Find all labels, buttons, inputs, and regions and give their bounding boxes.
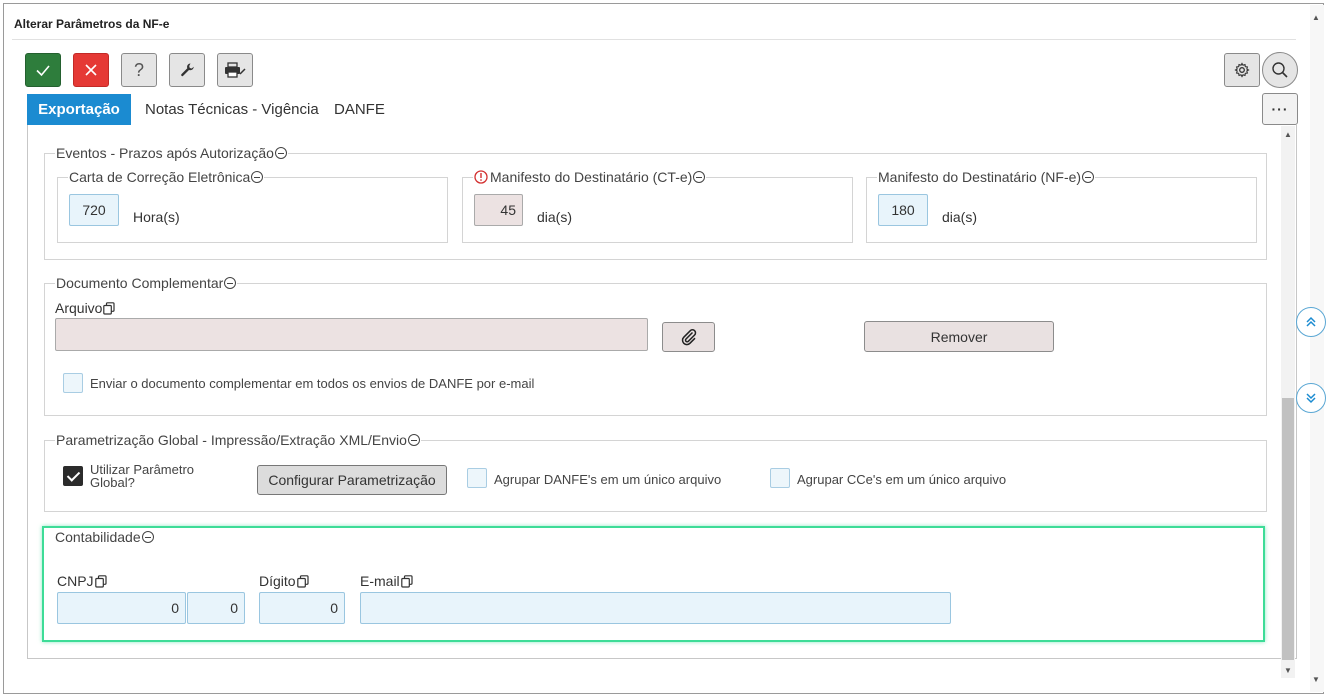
copy-icon[interactable]	[103, 301, 116, 315]
tab-notas-tecnicas[interactable]: Notas Técnicas - Vigência	[145, 94, 319, 125]
help-button[interactable]: ?	[121, 53, 157, 87]
contabilidade-legend: Contabilidade	[54, 529, 155, 545]
tab-exportacao[interactable]: Exportação	[27, 94, 131, 125]
cnpj-label: CNPJ	[57, 573, 107, 589]
agrupar-cce-label: Agrupar CCe's em um único arquivo	[797, 472, 1007, 487]
settings-button[interactable]	[1224, 53, 1260, 87]
arquivo-input[interactable]	[55, 318, 648, 351]
cnpj-input[interactable]: 0	[57, 592, 186, 624]
configurar-parametrizacao-button[interactable]: Configurar Parametrização	[257, 465, 447, 495]
window-scrollbar[interactable]: ▲ ▼	[1310, 5, 1324, 692]
manifesto-cte-legend-text: Manifesto do Destinatário (CT-e)	[490, 169, 693, 185]
scroll-up-arrow-icon[interactable]: ▲	[1312, 13, 1320, 22]
copy-icon[interactable]	[94, 574, 107, 588]
remover-button[interactable]: Remover	[864, 321, 1054, 352]
documento-legend-text: Documento Complementar	[56, 275, 224, 291]
confirm-button[interactable]	[25, 53, 61, 87]
agrupar-cce-checkbox[interactable]	[770, 468, 790, 488]
more-options-button[interactable]: ···	[1262, 93, 1298, 125]
manifesto-nfe-unit-label: dia(s)	[942, 209, 978, 225]
cnpj-filial-input[interactable]: 0	[187, 592, 245, 624]
parametrizacao-legend-text: Parametrização Global - Impressão/Extraç…	[56, 432, 407, 448]
wrench-icon	[181, 63, 194, 77]
carta-legend-text: Carta de Correção Eletrônica	[69, 169, 251, 185]
collapse-icon[interactable]	[141, 531, 154, 543]
printer-icon	[225, 62, 246, 78]
search-button[interactable]	[1262, 52, 1298, 88]
manifesto-cte-legend: Manifesto do Destinatário (CT-e)	[473, 169, 706, 185]
manifesto-nfe-legend-text: Manifesto do Destinatário (NF-e)	[878, 169, 1082, 185]
digito-label-text: Dígito	[259, 573, 296, 589]
arquivo-label-text: Arquivo	[55, 300, 103, 316]
manifesto-cte-input[interactable]: 45	[474, 194, 523, 226]
agrupar-danfe-label: Agrupar DANFE's em um único arquivo	[494, 472, 722, 487]
close-icon	[85, 64, 97, 76]
paperclip-icon	[681, 329, 696, 346]
carta-legend: Carta de Correção Eletrônica	[68, 169, 264, 185]
info-alert-icon	[474, 170, 488, 184]
enviar-complementar-checkbox[interactable]	[63, 373, 83, 393]
cancel-button[interactable]	[73, 53, 109, 87]
manifesto-nfe-input[interactable]: 180	[878, 194, 928, 226]
email-label-text: E-mail	[360, 573, 400, 589]
eventos-legend: Eventos - Prazos após Autorização	[55, 145, 288, 161]
manifesto-nfe-legend: Manifesto do Destinatário (NF-e)	[877, 169, 1095, 185]
collapse-icon[interactable]	[407, 434, 420, 446]
enviar-complementar-label: Enviar o documento complementar em todos…	[90, 376, 535, 391]
copy-icon[interactable]	[400, 574, 413, 588]
tab-danfe[interactable]: DANFE	[334, 94, 385, 125]
content-scroll-down-icon[interactable]: ▼	[1284, 666, 1292, 675]
scroll-to-top-button[interactable]	[1296, 307, 1326, 337]
content-scrollbar-thumb[interactable]	[1282, 398, 1294, 660]
attach-file-button[interactable]	[662, 322, 715, 352]
arquivo-label: Arquivo	[55, 300, 116, 316]
collapse-icon[interactable]	[251, 171, 264, 183]
eventos-legend-text: Eventos - Prazos após Autorização	[56, 145, 274, 161]
window-title: Alterar Parâmetros da NF-e	[14, 17, 170, 31]
manifesto-cte-unit-label: dia(s)	[537, 209, 573, 225]
print-button[interactable]	[217, 53, 253, 87]
utilizar-parametro-global-label: Utilizar Parâmetro Global?	[90, 463, 194, 489]
collapse-icon[interactable]	[274, 147, 287, 159]
tools-button[interactable]	[169, 53, 205, 87]
carta-correcao-input[interactable]: 720	[69, 194, 119, 226]
documento-legend: Documento Complementar	[55, 275, 237, 291]
agrupar-danfe-checkbox[interactable]	[467, 468, 487, 488]
collapse-icon[interactable]	[224, 277, 237, 289]
cnpj-label-text: CNPJ	[57, 573, 94, 589]
parametrizacao-legend: Parametrização Global - Impressão/Extraç…	[55, 432, 421, 448]
scroll-down-arrow-icon[interactable]: ▼	[1312, 675, 1320, 684]
email-label: E-mail	[360, 573, 413, 589]
digito-label: Dígito	[259, 573, 309, 589]
collapse-icon[interactable]	[693, 171, 706, 183]
digito-input[interactable]: 0	[259, 592, 345, 624]
double-chevron-up-icon	[1306, 316, 1316, 327]
utilizar-label-line2: Global?	[90, 475, 135, 490]
copy-icon[interactable]	[296, 574, 309, 588]
contabilidade-legend-text: Contabilidade	[55, 529, 141, 545]
content-scroll-up-icon[interactable]: ▲	[1284, 130, 1292, 139]
title-divider	[12, 39, 1296, 40]
gear-icon	[1234, 62, 1250, 78]
scroll-to-bottom-button[interactable]	[1296, 383, 1326, 413]
utilizar-parametro-global-checkbox[interactable]	[63, 466, 83, 486]
carta-unit-label: Hora(s)	[133, 209, 180, 225]
email-input[interactable]	[360, 592, 951, 624]
check-icon	[36, 65, 50, 77]
search-icon	[1272, 62, 1288, 78]
double-chevron-down-icon	[1306, 393, 1316, 404]
collapse-icon[interactable]	[1082, 171, 1095, 183]
